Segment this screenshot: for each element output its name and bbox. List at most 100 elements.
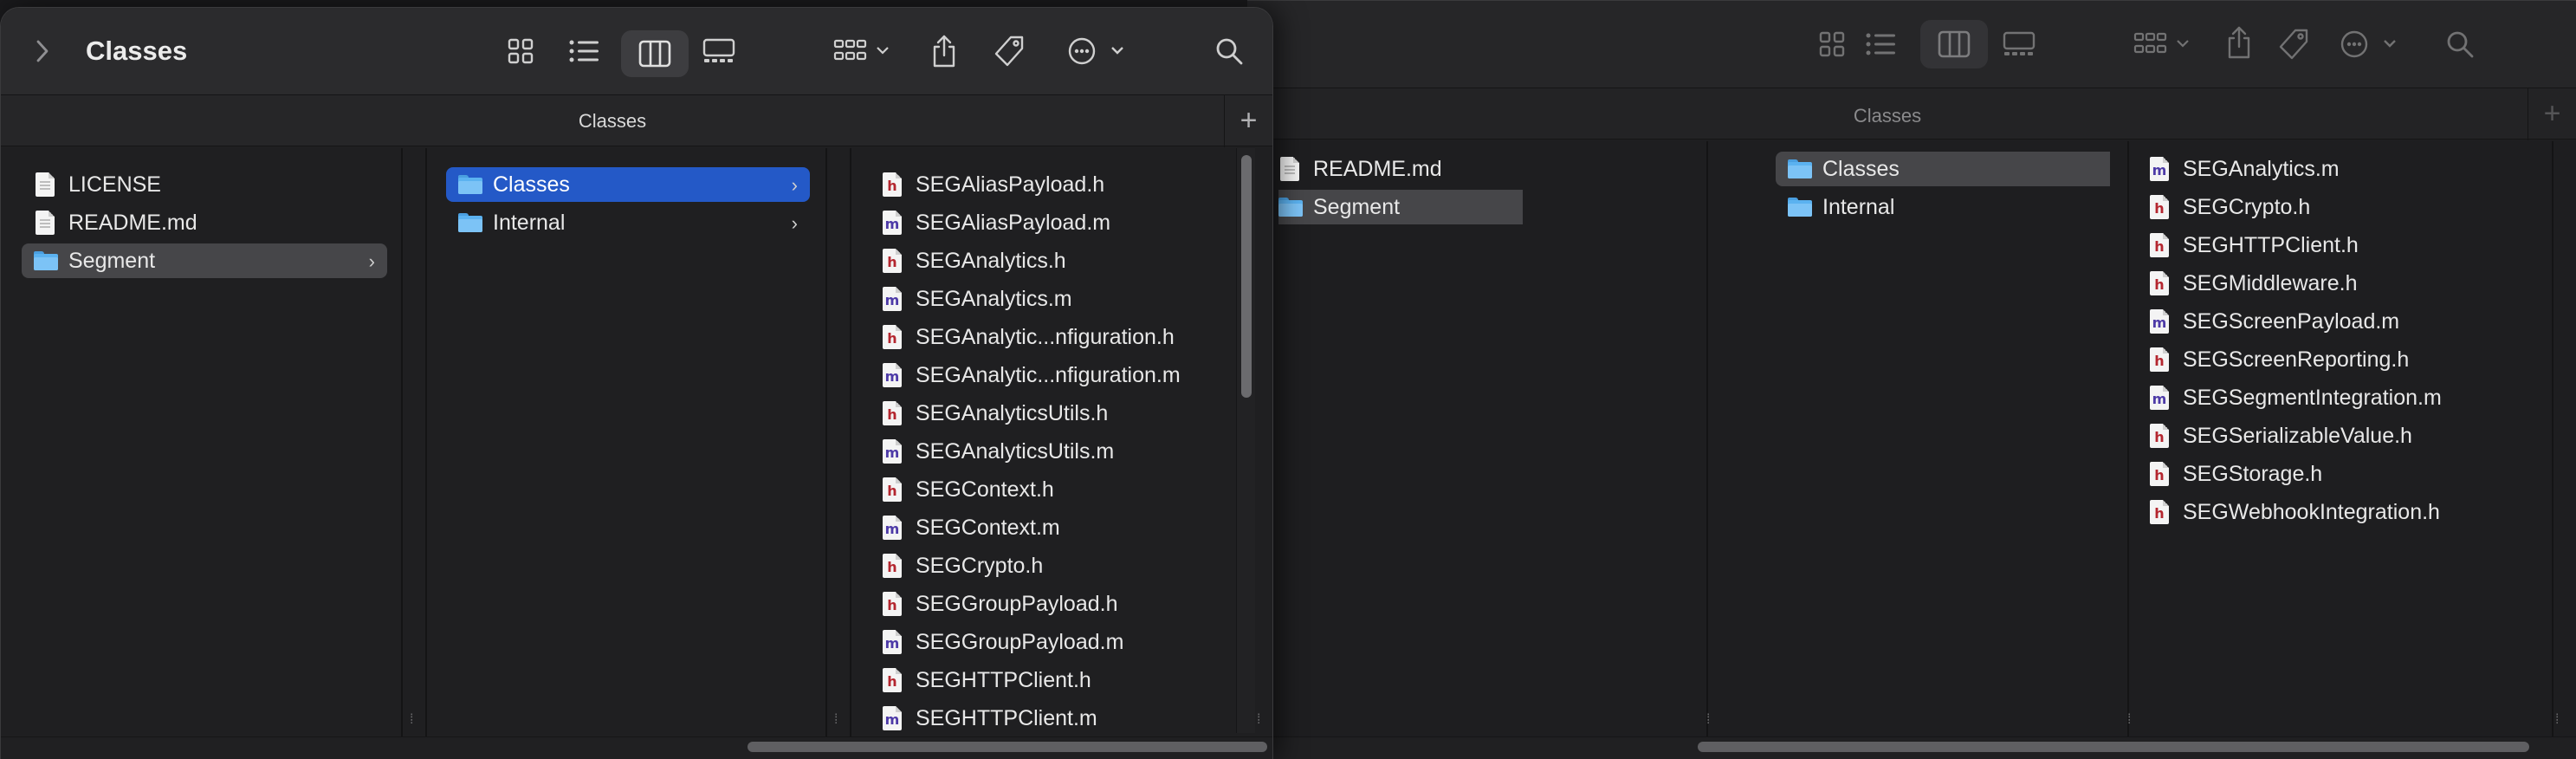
finder-window-background: Classes + README.md Segment › ⁞ Classes … (1247, 0, 2576, 759)
gallery-view-icon (2003, 31, 2036, 55)
header-file-icon: h (883, 592, 902, 616)
list-item[interactable]: Segment › (22, 243, 387, 278)
icon-view-icon (1819, 31, 1845, 57)
tag-icon (994, 36, 1024, 67)
list-item[interactable]: m SEGAnalytics.m (2148, 152, 2529, 186)
column-divider[interactable] (825, 148, 827, 759)
more-actions-icon (2340, 30, 2396, 58)
objc-source-file-icon: m (883, 363, 902, 387)
search-icon (1216, 38, 1243, 65)
column-resize-handle[interactable]: ⁞ (1706, 712, 1717, 728)
column-resize-handle[interactable]: ⁞ (834, 712, 845, 728)
list-item[interactable]: h SEGSerializableValue.h (2148, 418, 2529, 453)
more-actions-button[interactable] (1065, 34, 1130, 68)
column-view-button[interactable] (621, 30, 689, 77)
list-item[interactable]: h SEGAnalytics.h (881, 243, 1227, 278)
column-divider[interactable] (2552, 141, 2553, 759)
tab-classes[interactable]: Classes (1247, 88, 2527, 140)
list-item[interactable]: README.md (1278, 152, 1504, 186)
vertical-scroll-thumb[interactable] (1241, 155, 1252, 398)
list-item[interactable]: README.md (22, 205, 387, 240)
column-divider[interactable] (1706, 141, 1708, 759)
list-item[interactable]: m SEGContext.m (881, 510, 1227, 545)
item-label: SEGAliasPayload.h (916, 172, 1105, 197)
list-item[interactable]: h SEGCrypto.h (881, 548, 1227, 583)
list-item[interactable]: Classes › (446, 167, 810, 202)
column-view-button[interactable] (1920, 20, 1988, 68)
list-item[interactable]: h SEGHTTPClient.h (881, 663, 1227, 697)
horizontal-scroll-thumb[interactable] (1698, 742, 2529, 752)
icon-view-button[interactable] (1815, 27, 1849, 62)
search-button[interactable] (2443, 27, 2477, 62)
list-item[interactable]: h SEGAnalytic...nfiguration.h (881, 320, 1227, 354)
list-item[interactable]: LICENSE (22, 167, 387, 202)
list-item[interactable]: h SEGAliasPayload.h (881, 167, 1227, 202)
list-view-button[interactable] (1862, 27, 1899, 62)
chevron-right-icon: › (791, 174, 798, 196)
list-item[interactable]: Classes › (1776, 152, 2110, 186)
horizontal-scroll-thumb[interactable] (748, 742, 1267, 752)
gallery-view-button[interactable] (1999, 27, 2039, 62)
column-divider[interactable] (2127, 141, 2129, 759)
gallery-view-button[interactable] (699, 34, 739, 68)
list-item[interactable]: h SEGGroupPayload.h (881, 587, 1227, 621)
objc-source-file-icon: m (2150, 386, 2169, 410)
list-item[interactable]: h SEGContext.h (881, 472, 1227, 507)
share-icon (2228, 26, 2250, 59)
list-item[interactable]: h SEGCrypto.h (2148, 190, 2529, 224)
more-actions-button[interactable] (2337, 27, 2403, 62)
list-item[interactable]: Internal › (1776, 190, 2110, 224)
list-item[interactable]: m SEGSegmentIntegration.m (2148, 380, 2529, 415)
tag-button[interactable] (2275, 25, 2314, 63)
list-item[interactable]: m SEGScreenPayload.m (2148, 304, 2529, 339)
tag-button[interactable] (991, 32, 1029, 70)
share-button[interactable] (927, 30, 961, 72)
header-file-icon: h (2150, 424, 2169, 448)
list-item[interactable]: m SEGAliasPayload.m (881, 205, 1227, 240)
column-resize-handle[interactable]: ⁞ (1257, 712, 1267, 728)
item-label: SEGCrypto.h (2183, 194, 2311, 219)
objc-source-file-icon: m (2150, 309, 2169, 334)
tab-bar: Classes + (1247, 88, 2576, 140)
list-item[interactable]: Segment › (1278, 190, 1523, 224)
list-item[interactable]: h SEGAnalyticsUtils.h (881, 396, 1227, 431)
item-label: SEGMiddleware.h (2183, 270, 2358, 295)
column-2: Classes › Internal › (427, 148, 825, 759)
item-label: SEGAliasPayload.m (916, 210, 1111, 235)
list-item[interactable]: Internal › (446, 205, 810, 240)
header-file-icon: h (883, 554, 902, 578)
item-label: SEGHTTPClient.m (916, 705, 1097, 730)
share-button[interactable] (2222, 22, 2256, 63)
group-button[interactable] (2131, 27, 2195, 62)
column-divider[interactable] (401, 148, 403, 759)
list-view-button[interactable] (566, 34, 602, 68)
list-item[interactable]: m SEGAnalytics.m (881, 282, 1227, 316)
item-label: Internal (493, 210, 566, 235)
search-button[interactable] (1212, 34, 1246, 68)
list-item[interactable]: m SEGHTTPClient.m (881, 701, 1227, 736)
item-label: SEGAnalyticsUtils.m (916, 438, 1115, 464)
tab-classes[interactable]: Classes (1, 95, 1224, 147)
list-item[interactable]: h SEGHTTPClient.h (2148, 228, 2529, 263)
list-item[interactable]: h SEGMiddleware.h (2148, 266, 2529, 301)
list-item[interactable]: m SEGAnalytic...nfiguration.m (881, 358, 1227, 392)
new-tab-button[interactable]: + (2527, 88, 2576, 140)
item-label: SEGAnalytics.m (916, 286, 1072, 311)
item-label: LICENSE (68, 172, 161, 197)
list-item[interactable]: h SEGWebhookIntegration.h (2148, 495, 2529, 529)
group-button[interactable] (831, 34, 895, 68)
new-tab-button[interactable]: + (1224, 95, 1272, 147)
item-label: SEGGroupPayload.h (916, 591, 1118, 616)
forward-button[interactable] (29, 34, 56, 68)
list-item[interactable]: h SEGScreenReporting.h (2148, 342, 2529, 377)
folder-icon (34, 251, 58, 270)
list-item[interactable]: m SEGGroupPayload.m (881, 625, 1227, 659)
list-item[interactable]: h SEGStorage.h (2148, 457, 2529, 491)
list-item[interactable]: m SEGAnalyticsUtils.m (881, 434, 1227, 469)
chevron-right-icon: › (368, 250, 375, 272)
column-resize-handle[interactable]: ⁞ (410, 712, 420, 728)
icon-view-button[interactable] (503, 34, 538, 68)
column-resize-handle[interactable]: ⁞ (2127, 712, 2138, 728)
column-resize-handle[interactable]: ⁞ (2555, 712, 2566, 728)
toolbar: Classes (1, 8, 1272, 94)
